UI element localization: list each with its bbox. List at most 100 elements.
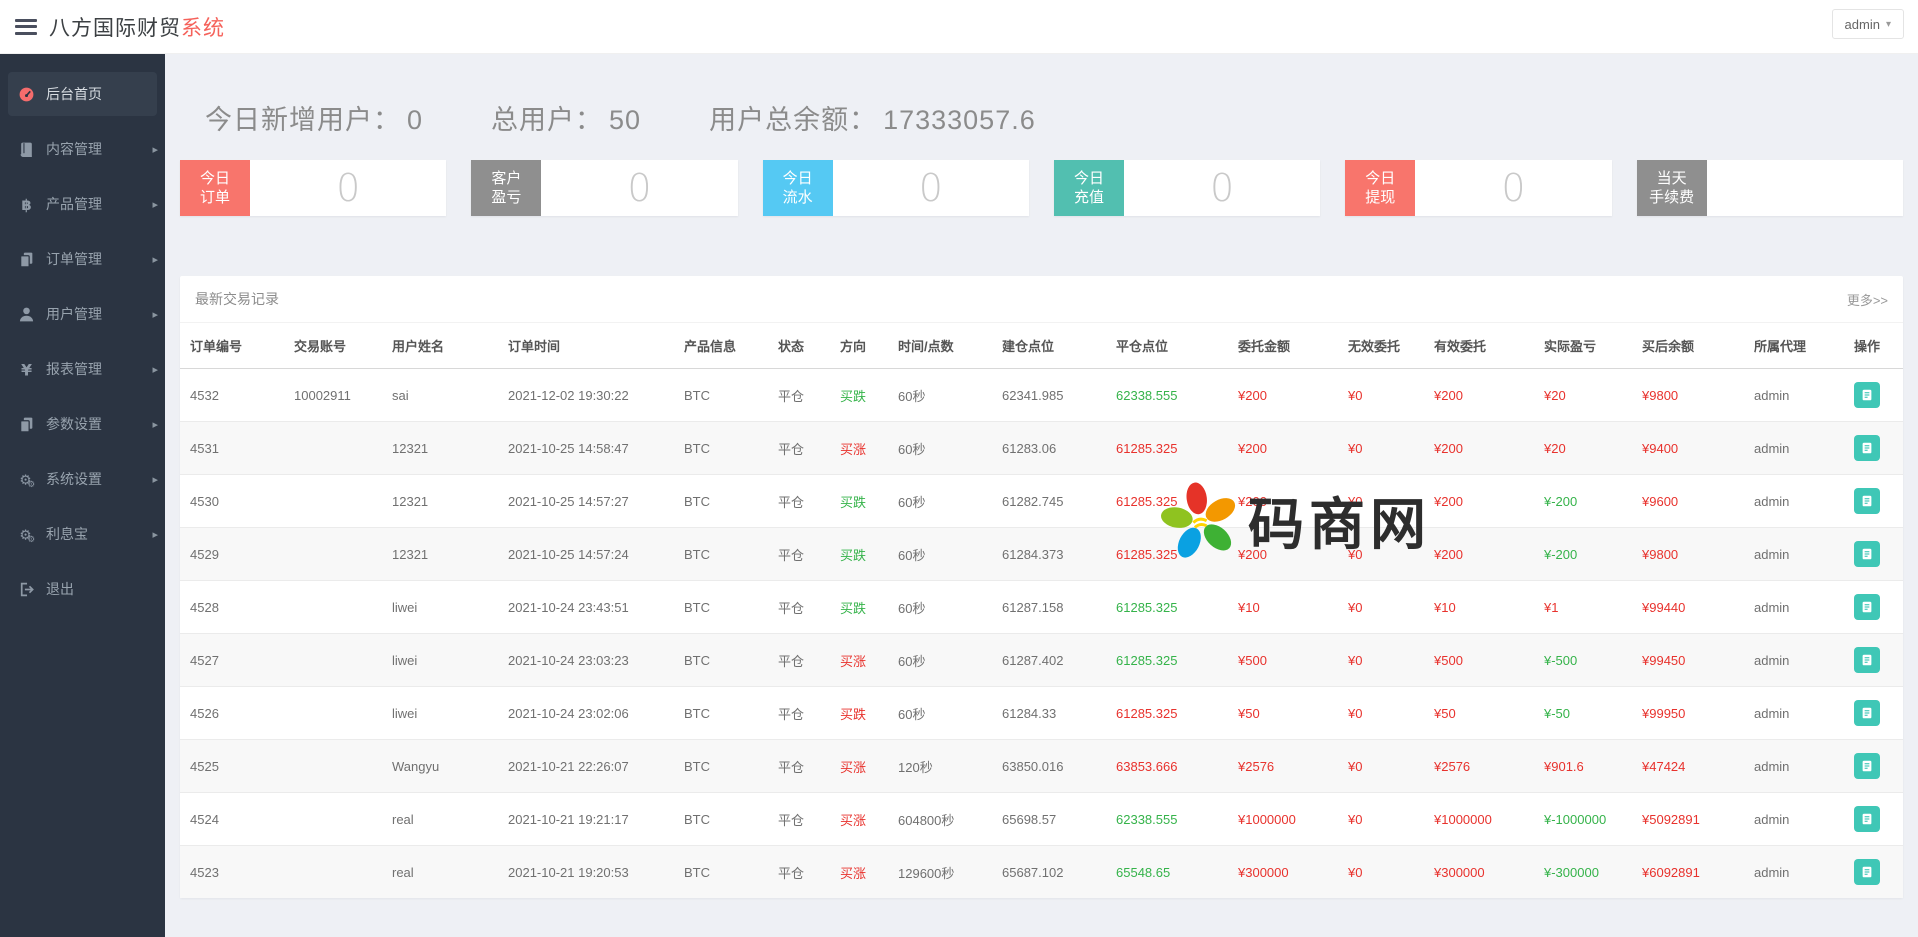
cell-username: 12321	[382, 422, 498, 475]
cell-open-point: 61283.06	[992, 422, 1106, 475]
cell-profit: ¥1	[1534, 581, 1632, 634]
cell-invalid-amount: ¥0	[1338, 475, 1424, 528]
main-content: 今日新增用户：0 总用户：50 用户总余额：17333057.6 今日订单 0 …	[165, 54, 1918, 937]
cell-balance: ¥9400	[1632, 422, 1744, 475]
cell-direction: 买涨	[830, 634, 888, 687]
cell-actions	[1844, 475, 1903, 528]
doc-list-icon	[1860, 812, 1874, 826]
cell-balance: ¥9600	[1632, 475, 1744, 528]
sidebar-item[interactable]: 订单管理 ▸	[8, 237, 157, 281]
cell-agent: admin	[1744, 634, 1844, 687]
metric-card-label: 今日流水	[763, 160, 833, 216]
sidebar-item-icon	[18, 141, 35, 158]
metric-card: 今日充值 0	[1054, 160, 1320, 216]
cell-invalid-amount: ¥0	[1338, 740, 1424, 793]
cell-actions	[1844, 740, 1903, 793]
cell-account	[284, 687, 382, 740]
row-detail-button[interactable]	[1854, 859, 1880, 885]
cell-agent: admin	[1744, 740, 1844, 793]
summary-stat: 用户总余额：17333057.6	[709, 98, 1036, 137]
cell-username: 12321	[382, 475, 498, 528]
cell-valid-amount: ¥200	[1424, 422, 1534, 475]
metric-card-value: 0	[833, 160, 1029, 216]
menu-toggle-icon[interactable]	[15, 19, 37, 35]
sidebar-item[interactable]: 用户管理 ▸	[8, 292, 157, 336]
stat-value: 17333057.6	[883, 105, 1036, 135]
sidebar-item[interactable]: 报表管理 ▸	[8, 347, 157, 391]
cell-username: real	[382, 793, 498, 846]
cell-order-id: 4527	[180, 634, 284, 687]
sidebar-item-icon	[18, 306, 35, 323]
sidebar-item[interactable]: 退出 ▸	[8, 567, 157, 611]
cell-order-id: 4524	[180, 793, 284, 846]
cell-order-time: 2021-10-21 19:20:53	[498, 846, 674, 899]
cell-agent: admin	[1744, 475, 1844, 528]
cell-status: 平仓	[768, 528, 830, 581]
user-menu[interactable]: admin ▾	[1832, 9, 1904, 39]
cell-direction: 买跌	[830, 581, 888, 634]
cell-product: BTC	[674, 369, 768, 422]
row-detail-button[interactable]	[1854, 806, 1880, 832]
cell-amount: ¥1000000	[1228, 793, 1338, 846]
cell-close-point: 61285.325	[1106, 634, 1228, 687]
cell-duration: 60秒	[888, 634, 992, 687]
sidebar-item[interactable]: 内容管理 ▸	[8, 127, 157, 171]
cell-account	[284, 740, 382, 793]
column-header: 平仓点位	[1106, 323, 1228, 369]
doc-list-icon	[1860, 865, 1874, 879]
row-detail-button[interactable]	[1854, 700, 1880, 726]
metric-card-value: 0	[1415, 160, 1611, 216]
cell-order-time: 2021-10-25 14:57:24	[498, 528, 674, 581]
doc-list-icon	[1860, 759, 1874, 773]
cell-profit: ¥901.6	[1534, 740, 1632, 793]
cell-valid-amount: ¥200	[1424, 369, 1534, 422]
cell-product: BTC	[674, 422, 768, 475]
sidebar-item-icon	[18, 196, 35, 213]
cell-account	[284, 422, 382, 475]
cell-valid-amount: ¥300000	[1424, 846, 1534, 899]
row-detail-button[interactable]	[1854, 594, 1880, 620]
metric-card: 今日订单 0	[180, 160, 446, 216]
sidebar-item[interactable]: 系统设置 ▸	[8, 457, 157, 501]
cell-open-point: 61282.745	[992, 475, 1106, 528]
column-header: 有效委托	[1424, 323, 1534, 369]
column-header: 订单时间	[498, 323, 674, 369]
row-detail-button[interactable]	[1854, 753, 1880, 779]
row-detail-button[interactable]	[1854, 435, 1880, 461]
cell-username: liwei	[382, 581, 498, 634]
metric-card-label: 今日订单	[180, 160, 250, 216]
sidebar-item[interactable]: 利息宝 ▸	[8, 512, 157, 556]
column-header: 交易账号	[284, 323, 382, 369]
cell-open-point: 61287.158	[992, 581, 1106, 634]
column-header: 无效委托	[1338, 323, 1424, 369]
cell-valid-amount: ¥10	[1424, 581, 1534, 634]
row-detail-button[interactable]	[1854, 488, 1880, 514]
sidebar-item-label: 利息宝	[46, 524, 88, 544]
cell-invalid-amount: ¥0	[1338, 634, 1424, 687]
row-detail-button[interactable]	[1854, 382, 1880, 408]
cell-duration: 120秒	[888, 740, 992, 793]
doc-list-icon	[1860, 600, 1874, 614]
app-title-main: 八方国际财贸	[49, 17, 181, 40]
cell-product: BTC	[674, 475, 768, 528]
sidebar-item[interactable]: 产品管理 ▸	[8, 182, 157, 226]
cell-profit: ¥-1000000	[1534, 793, 1632, 846]
sidebar-item[interactable]: 参数设置 ▸	[8, 402, 157, 446]
cell-direction: 买涨	[830, 793, 888, 846]
row-detail-button[interactable]	[1854, 541, 1880, 567]
chevron-right-icon: ▸	[152, 418, 158, 431]
sidebar-item-label: 报表管理	[46, 359, 102, 379]
more-link[interactable]: 更多>>	[1847, 290, 1888, 309]
cell-order-time: 2021-10-21 22:26:07	[498, 740, 674, 793]
cell-order-time: 2021-10-24 23:02:06	[498, 687, 674, 740]
metric-card-value: 0	[1124, 160, 1320, 216]
cell-order-id: 4526	[180, 687, 284, 740]
row-detail-button[interactable]	[1854, 647, 1880, 673]
sidebar-item[interactable]: 后台首页 ▸	[8, 72, 157, 116]
cell-actions	[1844, 581, 1903, 634]
cell-close-point: 61285.325	[1106, 687, 1228, 740]
column-header: 订单编号	[180, 323, 284, 369]
cell-invalid-amount: ¥0	[1338, 422, 1424, 475]
summary-stat: 总用户：50	[491, 98, 641, 137]
cell-close-point: 61285.325	[1106, 422, 1228, 475]
